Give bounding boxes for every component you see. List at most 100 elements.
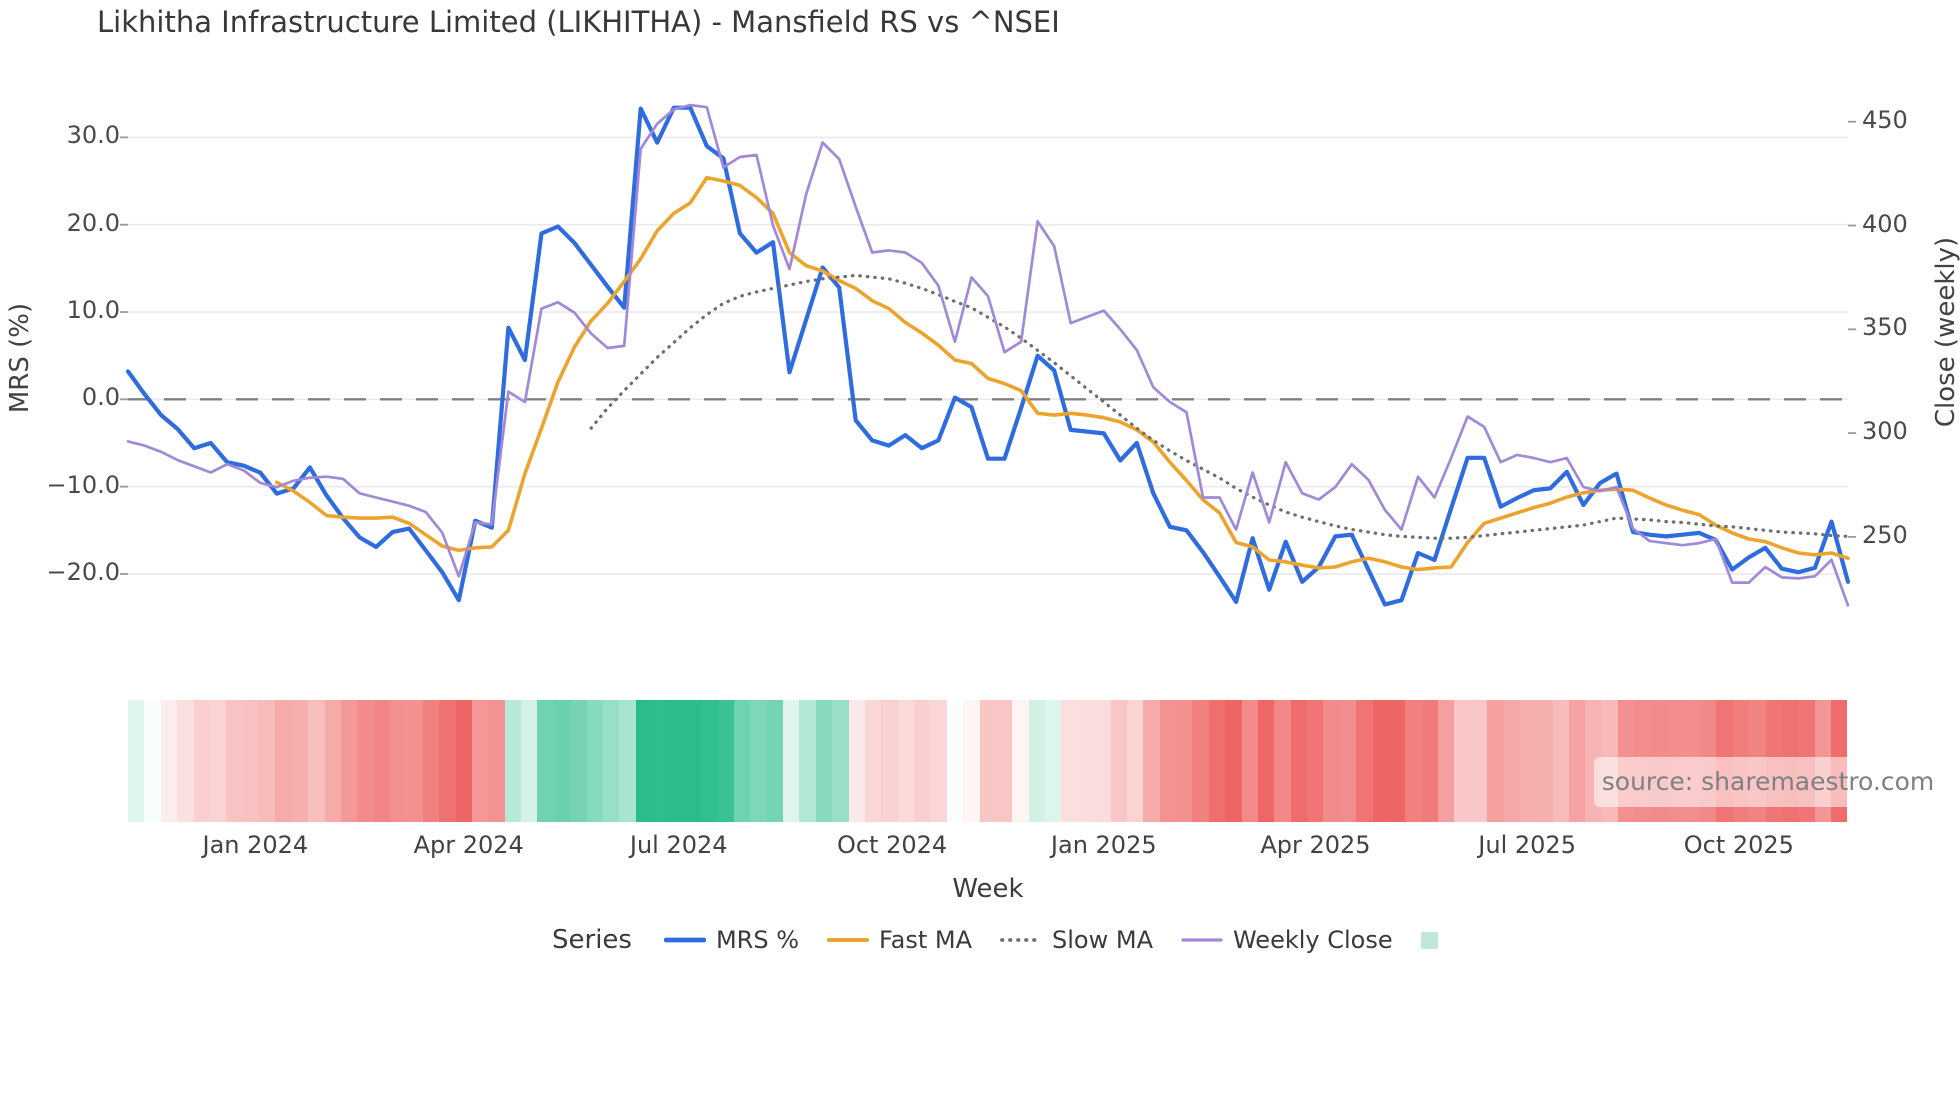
y-left-tick-label: −10.0 — [46, 470, 120, 499]
x-tick-label: Apr 2025 — [1260, 831, 1371, 859]
heatmap-cell — [1241, 700, 1258, 822]
heatmap-cell — [1421, 700, 1438, 822]
heatmap-cell — [848, 700, 865, 822]
heatmap-cell — [128, 700, 145, 822]
heatmap-cell — [750, 700, 767, 822]
heatmap-cell — [946, 700, 964, 822]
heatmap-cell — [1045, 700, 1062, 822]
heatmap-cell — [1176, 700, 1193, 822]
y-left-tick-label: −20.0 — [46, 557, 120, 586]
y-left-tick-label: 30.0 — [66, 121, 120, 150]
y-right-tick-label: 350 — [1862, 313, 1908, 342]
heatmap-cell — [963, 700, 980, 822]
heatmap-cell — [1094, 700, 1111, 822]
heatmap-cell — [242, 700, 259, 822]
heatmap-cell — [553, 700, 571, 822]
heatmap-cell — [586, 700, 603, 822]
x-tick-label: Jan 2025 — [1050, 831, 1157, 859]
legend-item-slow-ma: Slow MA — [1000, 926, 1153, 954]
heatmap-cell — [783, 700, 800, 822]
heatmap-cell — [1257, 700, 1275, 822]
x-tick-label: Jul 2025 — [1478, 831, 1576, 859]
x-tick-label: Jan 2024 — [202, 831, 309, 859]
legend-item-label: Weekly Close — [1232, 926, 1393, 954]
heatmap-cell — [1077, 700, 1095, 822]
heatmap-cell — [1339, 700, 1357, 822]
heatmap-cell — [766, 700, 783, 822]
chart-canvas: Likhitha Infrastructure Limited (LIKHITH… — [0, 0, 1960, 1102]
heatmap-cell — [1487, 700, 1504, 822]
heatmap-cell — [864, 700, 882, 822]
heatmap-cell — [1552, 700, 1569, 822]
heatmap-cell — [1536, 700, 1553, 822]
heatmap-cell — [209, 700, 227, 822]
heatmap-cell — [390, 700, 407, 822]
heatmap-cell — [324, 700, 341, 822]
legend-item-label: MRS % — [715, 926, 800, 954]
legend-line-sample-icon — [1181, 938, 1223, 942]
heatmap-cell — [160, 700, 178, 822]
heatmap-cell — [422, 700, 440, 822]
heatmap-cell — [504, 700, 521, 822]
heatmap-cell — [291, 700, 309, 822]
y-left-axis-title: MRS (%) — [5, 302, 35, 414]
legend-line-sample-icon — [827, 937, 870, 943]
heatmap-cell — [308, 700, 325, 822]
heatmap-cell — [733, 700, 751, 822]
y-right-tick-label: 450 — [1862, 105, 1908, 134]
series-line-weekly-close — [126, 103, 1850, 607]
heatmap-cell — [357, 700, 374, 822]
heatmap-strip — [128, 700, 1848, 822]
legend-line-sample-icon — [1000, 938, 1042, 942]
heatmap-cell — [1159, 700, 1176, 822]
heatmap-cell — [1503, 700, 1520, 822]
heatmap-cell — [471, 700, 489, 822]
y-right-tick-label: 250 — [1862, 520, 1908, 549]
heatmap-cell — [897, 700, 914, 822]
x-axis-title: Week — [952, 874, 1024, 904]
series-line-fast-ma — [275, 175, 1850, 572]
plot-area — [120, 103, 1856, 607]
heatmap-cell — [1470, 700, 1488, 822]
heatmap-cell — [193, 700, 210, 822]
heatmap-cell — [570, 700, 587, 822]
heatmap-cell — [439, 700, 456, 822]
heatmap-cell — [1388, 700, 1406, 822]
heatmap-cell — [1323, 700, 1340, 822]
heatmap-cell — [1356, 700, 1373, 822]
heatmap-cell — [1438, 700, 1455, 822]
legend-heatmap-swatch — [1420, 931, 1438, 949]
legend-line-sample-icon — [663, 937, 706, 943]
heatmap-cell — [717, 700, 734, 822]
heatmap-cell — [914, 700, 931, 822]
heatmap-cell — [979, 700, 996, 822]
heatmap-cell — [259, 700, 276, 822]
y-right-tick-label: 400 — [1862, 209, 1908, 238]
series-line-mrs- — [125, 105, 1851, 607]
heatmap-cell — [602, 700, 620, 822]
legend-item-mrs-: MRS % — [663, 926, 800, 954]
y-right-tick-label: 300 — [1862, 417, 1908, 446]
heatmap-cell — [815, 700, 833, 822]
heatmap-cell — [1274, 700, 1291, 822]
heatmap-cell — [1061, 700, 1078, 822]
heatmap-cell — [488, 700, 505, 822]
legend-item-label: Fast MA — [879, 926, 973, 954]
heatmap-cell — [1519, 700, 1537, 822]
heatmap-cell — [1012, 700, 1029, 822]
heatmap-cell — [995, 700, 1013, 822]
heatmap-cell — [455, 700, 472, 822]
heatmap-cell — [537, 700, 554, 822]
heatmap-cell — [1405, 700, 1422, 822]
legend-title: Series — [552, 925, 632, 955]
y-left-tick-label: 0.0 — [81, 383, 120, 412]
heatmap-cell — [1208, 700, 1226, 822]
x-tick-label: Oct 2024 — [836, 831, 948, 859]
watermark: source: sharemaestro.com — [1594, 757, 1942, 807]
legend-item-fast-ma: Fast MA — [827, 926, 972, 954]
heatmap-cell — [144, 700, 161, 822]
heatmap-cell — [652, 700, 669, 822]
heatmap-cell — [635, 700, 652, 822]
heatmap-cell — [1290, 700, 1307, 822]
x-tick-label: Oct 2025 — [1683, 831, 1794, 859]
